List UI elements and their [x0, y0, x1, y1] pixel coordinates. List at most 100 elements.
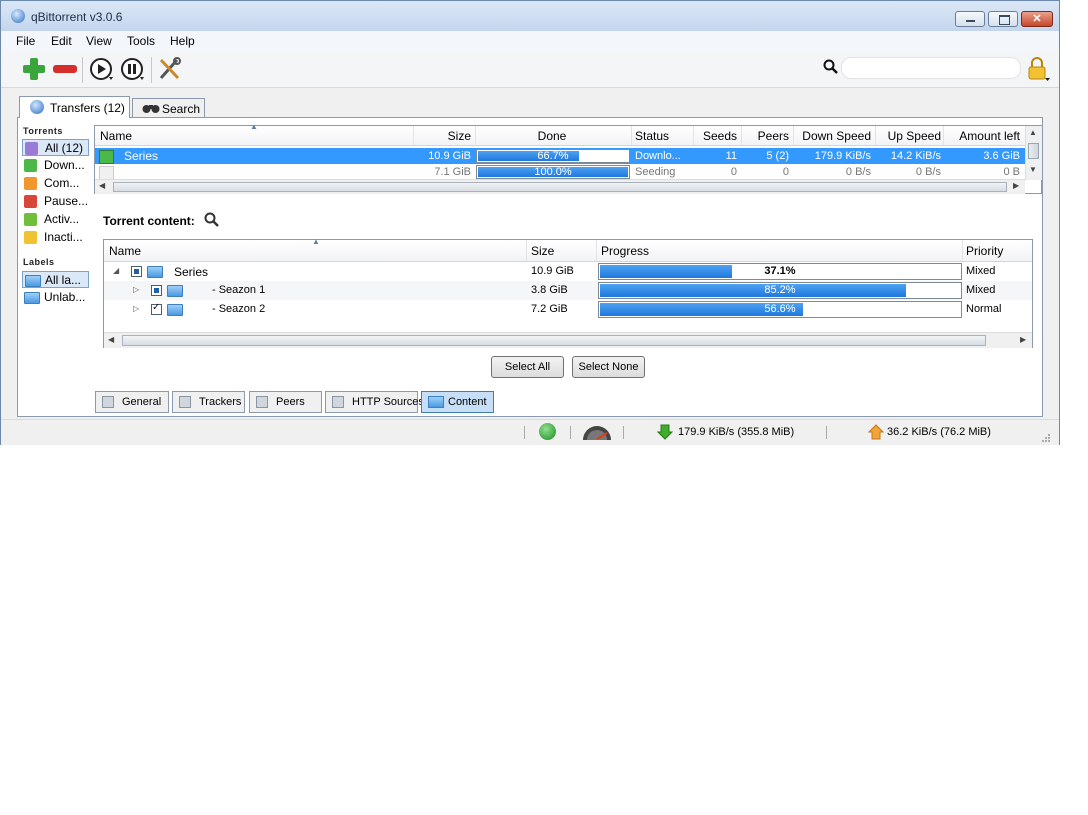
expand-arrow-icon[interactable]: ▷	[133, 304, 139, 313]
transfer-column-header[interactable]: Amount left	[945, 129, 1020, 143]
search-input[interactable]	[841, 57, 1021, 79]
content-hscrollbar[interactable]: ◀ ▶	[104, 332, 1032, 348]
tab-label: Content	[448, 396, 487, 408]
add-torrent-icon[interactable]	[21, 56, 47, 82]
lock-icon[interactable]	[1027, 56, 1051, 82]
transfer-row[interactable]: 7.1 GiB 100.0% Seeding 0 0 0 B/s 0 B/s 0 B	[95, 164, 1025, 180]
content-name: Series	[174, 265, 209, 279]
tab-label: General	[122, 396, 162, 408]
maximize-button[interactable]	[988, 11, 1018, 27]
sort-indicator-icon: ▲	[250, 122, 258, 131]
sidebar-item-label: Activ...	[44, 212, 80, 226]
tab-content[interactable]: Content	[421, 391, 494, 413]
menu-file[interactable]: File	[16, 34, 35, 48]
status-filter-icon	[24, 159, 37, 172]
transfer-vscrollbar[interactable]: ▲ ▼	[1025, 126, 1042, 180]
status-filter-icon	[24, 195, 37, 208]
expand-arrow-icon[interactable]: ▷	[133, 285, 139, 294]
tab-transfers[interactable]: Transfers (12)	[19, 96, 130, 118]
content-row[interactable]: ▷ ✓ - Seazon 2 7.2 GiB 56.6% Normal	[104, 300, 1032, 319]
pause-icon[interactable]	[120, 56, 146, 82]
close-icon: ✕	[1032, 13, 1042, 25]
tab-peers[interactable]: Peers	[249, 391, 322, 413]
tab-search[interactable]: Search	[132, 98, 205, 118]
torrent-size: 7.1 GiB	[434, 166, 471, 178]
content-filter-search-icon[interactable]	[204, 212, 220, 228]
content-tree-header	[104, 240, 1032, 262]
menu-edit[interactable]: Edit	[51, 34, 72, 48]
tab-trackers[interactable]: Trackers	[172, 391, 245, 413]
transfer-column-header[interactable]: Name	[100, 129, 132, 143]
content-checkbox[interactable]	[151, 285, 162, 296]
sidebar-item-label: Unlab...	[44, 290, 86, 304]
transfer-row[interactable]: Series 10.9 GiB 66.7% Downlo... 11 5 (2) 179.9…	[95, 148, 1025, 164]
transfer-column-header[interactable]: Seeds	[695, 129, 737, 143]
content-row[interactable]: ▷ - Seazon 1 3.8 GiB 85.2% Mixed	[104, 281, 1032, 300]
content-size: 7.2 GiB	[531, 303, 568, 315]
options-icon[interactable]	[157, 56, 183, 82]
folder-icon	[167, 304, 183, 316]
content-tree: Name Size Progress Priority ▲ ◢ Series 10.9 Gi…	[103, 237, 1033, 348]
upload-speed: 36.2 KiB/s (76.2 MiB)	[887, 426, 991, 438]
folder-icon	[25, 275, 41, 287]
content-checkbox[interactable]: ✓	[151, 302, 162, 315]
binoculars-icon	[142, 102, 160, 114]
torrent-progress-text: 66.7%	[537, 150, 569, 162]
minimize-button[interactable]	[955, 11, 985, 27]
content-priority[interactable]: Mixed	[966, 284, 995, 296]
content-row[interactable]: ◢ Series 10.9 GiB 37.1% Mixed	[104, 262, 1032, 281]
sidebar-item-labels-1[interactable]: Unlab...	[22, 289, 89, 306]
speed-limit-icon[interactable]	[581, 424, 613, 440]
tab-label: HTTP Sources	[352, 396, 424, 408]
sidebar-item-torrents-2[interactable]: Com...	[22, 175, 89, 192]
content-priority[interactable]: Normal	[966, 303, 1001, 315]
torrent-amount-left: 0 B	[1003, 166, 1020, 178]
content-progress-text: 37.1%	[764, 265, 796, 277]
sidebar-item-torrents-1[interactable]: Down...	[22, 157, 89, 174]
http-sources-icon	[332, 396, 344, 408]
sidebar-item-torrents-5[interactable]: Inacti...	[22, 229, 89, 246]
sidebar-item-label: All la...	[45, 273, 82, 287]
general-icon	[102, 396, 114, 408]
torrent-seeds: 0	[730, 166, 737, 178]
transfer-column-header[interactable]: Peers	[745, 129, 789, 143]
tab-http-sources[interactable]: HTTP Sources	[325, 391, 424, 413]
maximize-icon	[999, 15, 1010, 25]
content-column-header[interactable]: Progress	[601, 244, 649, 258]
transfer-column-header[interactable]: Status	[635, 129, 669, 143]
select-all-button[interactable]: Select All	[491, 356, 564, 378]
upload-arrow-icon	[867, 424, 885, 440]
remove-torrent-icon[interactable]	[52, 56, 78, 82]
content-column-header[interactable]: Name	[109, 244, 141, 258]
torrents-heading: Torrents	[23, 126, 63, 136]
menu-bar	[1, 31, 1059, 51]
content-checkbox[interactable]	[131, 266, 142, 277]
app-window: qBittorrent v3.0.6 ✕ File Edit View Tool…	[0, 0, 1060, 445]
transfer-column-header[interactable]: Size	[415, 129, 471, 143]
menu-view[interactable]: View	[86, 34, 112, 48]
sidebar-item-torrents-3[interactable]: Pause...	[22, 193, 89, 210]
content-column-header[interactable]: Priority	[966, 244, 1003, 258]
sidebar-item-torrents-4[interactable]: Activ...	[22, 211, 89, 228]
title-bar[interactable]	[1, 1, 1059, 31]
status-filter-icon	[25, 142, 38, 155]
transfer-column-header[interactable]: Up Speed	[879, 129, 941, 143]
transfer-column-header[interactable]: Down Speed	[795, 129, 871, 143]
close-button[interactable]: ✕	[1021, 11, 1053, 27]
menu-help[interactable]: Help	[170, 34, 195, 48]
resume-icon[interactable]	[89, 56, 115, 82]
select-none-button[interactable]: Select None	[572, 356, 645, 378]
sidebar-item-torrents-0[interactable]: All (12)	[22, 139, 89, 156]
connection-status-icon[interactable]	[539, 423, 556, 440]
folder-icon	[147, 266, 163, 278]
sidebar-item-labels-0[interactable]: All la...	[22, 271, 89, 288]
content-column-header[interactable]: Size	[531, 244, 554, 258]
resize-grip-icon[interactable]	[1041, 432, 1051, 442]
transfer-column-header[interactable]: Done	[475, 129, 629, 143]
tab-general[interactable]: General	[95, 391, 169, 413]
tab-label: Trackers	[199, 396, 242, 408]
transfer-hscrollbar[interactable]: ◀ ▶	[95, 179, 1025, 194]
menu-tools[interactable]: Tools	[127, 34, 155, 48]
collapse-arrow-icon[interactable]: ◢	[113, 266, 119, 275]
content-priority[interactable]: Mixed	[966, 265, 995, 277]
